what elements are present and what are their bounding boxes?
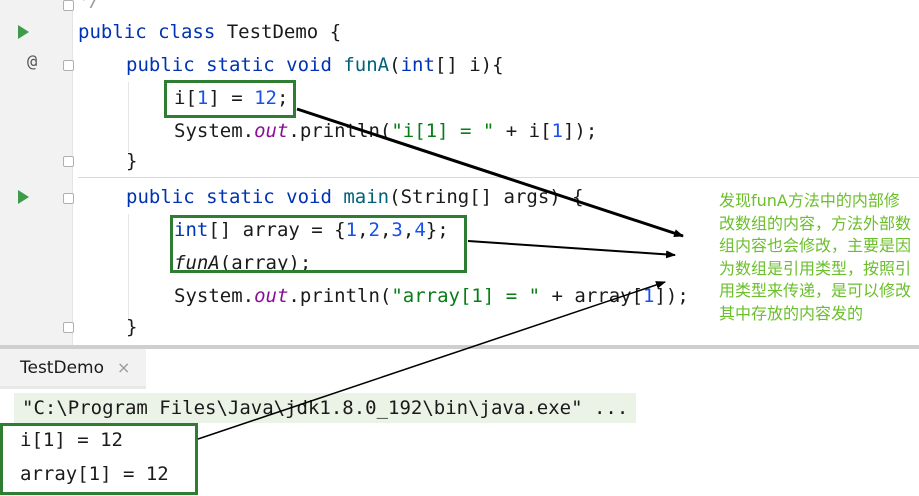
arrow-array-to-note: [467, 240, 676, 259]
arrow-assignment-to-note: [296, 107, 684, 238]
arrow-output-to-note: [197, 281, 666, 440]
annotation-arrows: [197, 107, 684, 440]
